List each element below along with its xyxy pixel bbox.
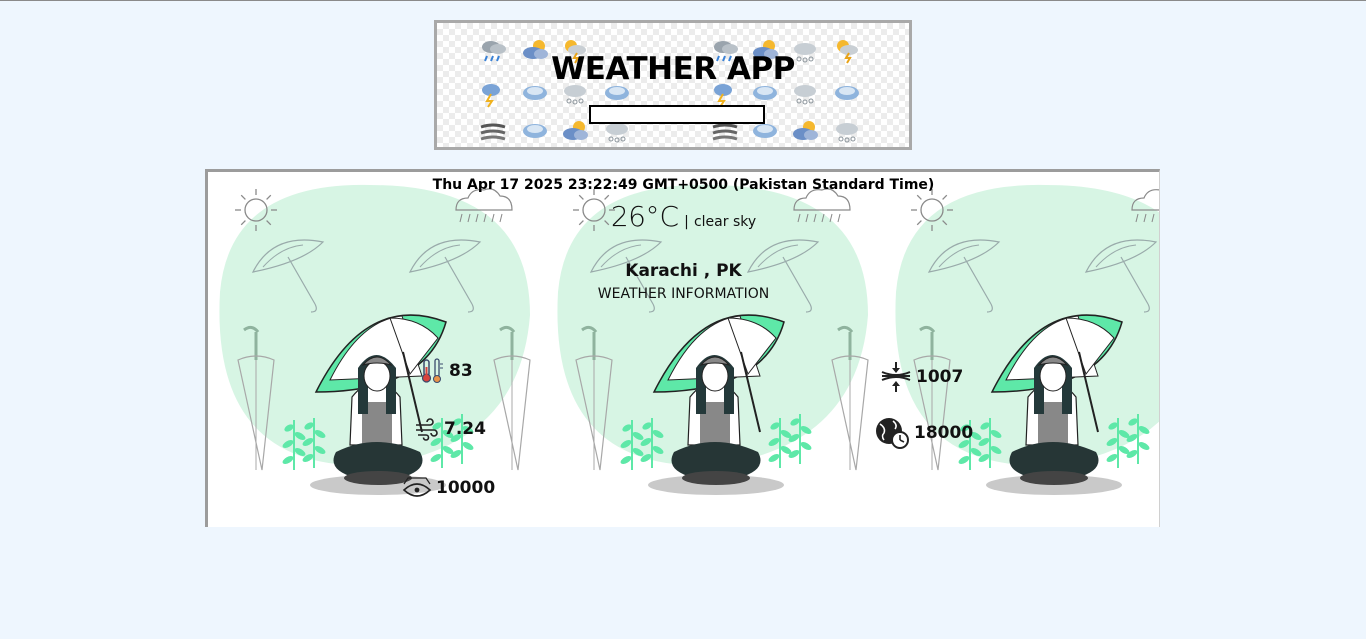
wind-speed-value: 7.24 <box>444 419 486 439</box>
city-search-input[interactable] <box>589 105 765 124</box>
app-header-banner: WEATHER APP <box>434 20 912 150</box>
pressure-value: 1007 <box>916 367 964 387</box>
pressure-icon <box>880 361 912 393</box>
temperature-unit: °C <box>645 200 680 233</box>
browser-top-edge <box>0 0 1366 1</box>
visibility-stat: 10000 <box>402 476 495 500</box>
weather-info-subtitle: WEATHER INFORMATION <box>597 286 770 302</box>
location-name: Karachi , PK <box>625 261 742 281</box>
timezone-stat: 18000 <box>874 416 973 450</box>
current-datetime: Thu Apr 17 2025 23:22:49 GMT+0500 (Pakis… <box>432 177 935 193</box>
humidity-value: 83 <box>449 361 473 381</box>
temperature-value: 26 <box>610 200 646 233</box>
humidity-stat: 83 <box>421 358 473 384</box>
wind-icon <box>414 416 440 442</box>
temperature-row: 26°C | clear sky <box>208 200 1159 233</box>
pressure-stat: 1007 <box>880 361 963 393</box>
weather-description: clear sky <box>693 214 757 230</box>
app-title: WEATHER APP <box>551 51 795 87</box>
wind-speed-stat: 7.24 <box>414 416 486 442</box>
weather-card: Thu Apr 17 2025 23:22:49 GMT+0500 (Pakis… <box>205 169 1160 527</box>
globe-clock-icon <box>874 416 910 450</box>
thermometer-humidity-icon <box>421 358 445 384</box>
temperature-separator: | <box>684 214 689 230</box>
timezone-value: 18000 <box>914 423 974 443</box>
visibility-value: 10000 <box>436 478 496 498</box>
eye-icon <box>402 476 432 500</box>
